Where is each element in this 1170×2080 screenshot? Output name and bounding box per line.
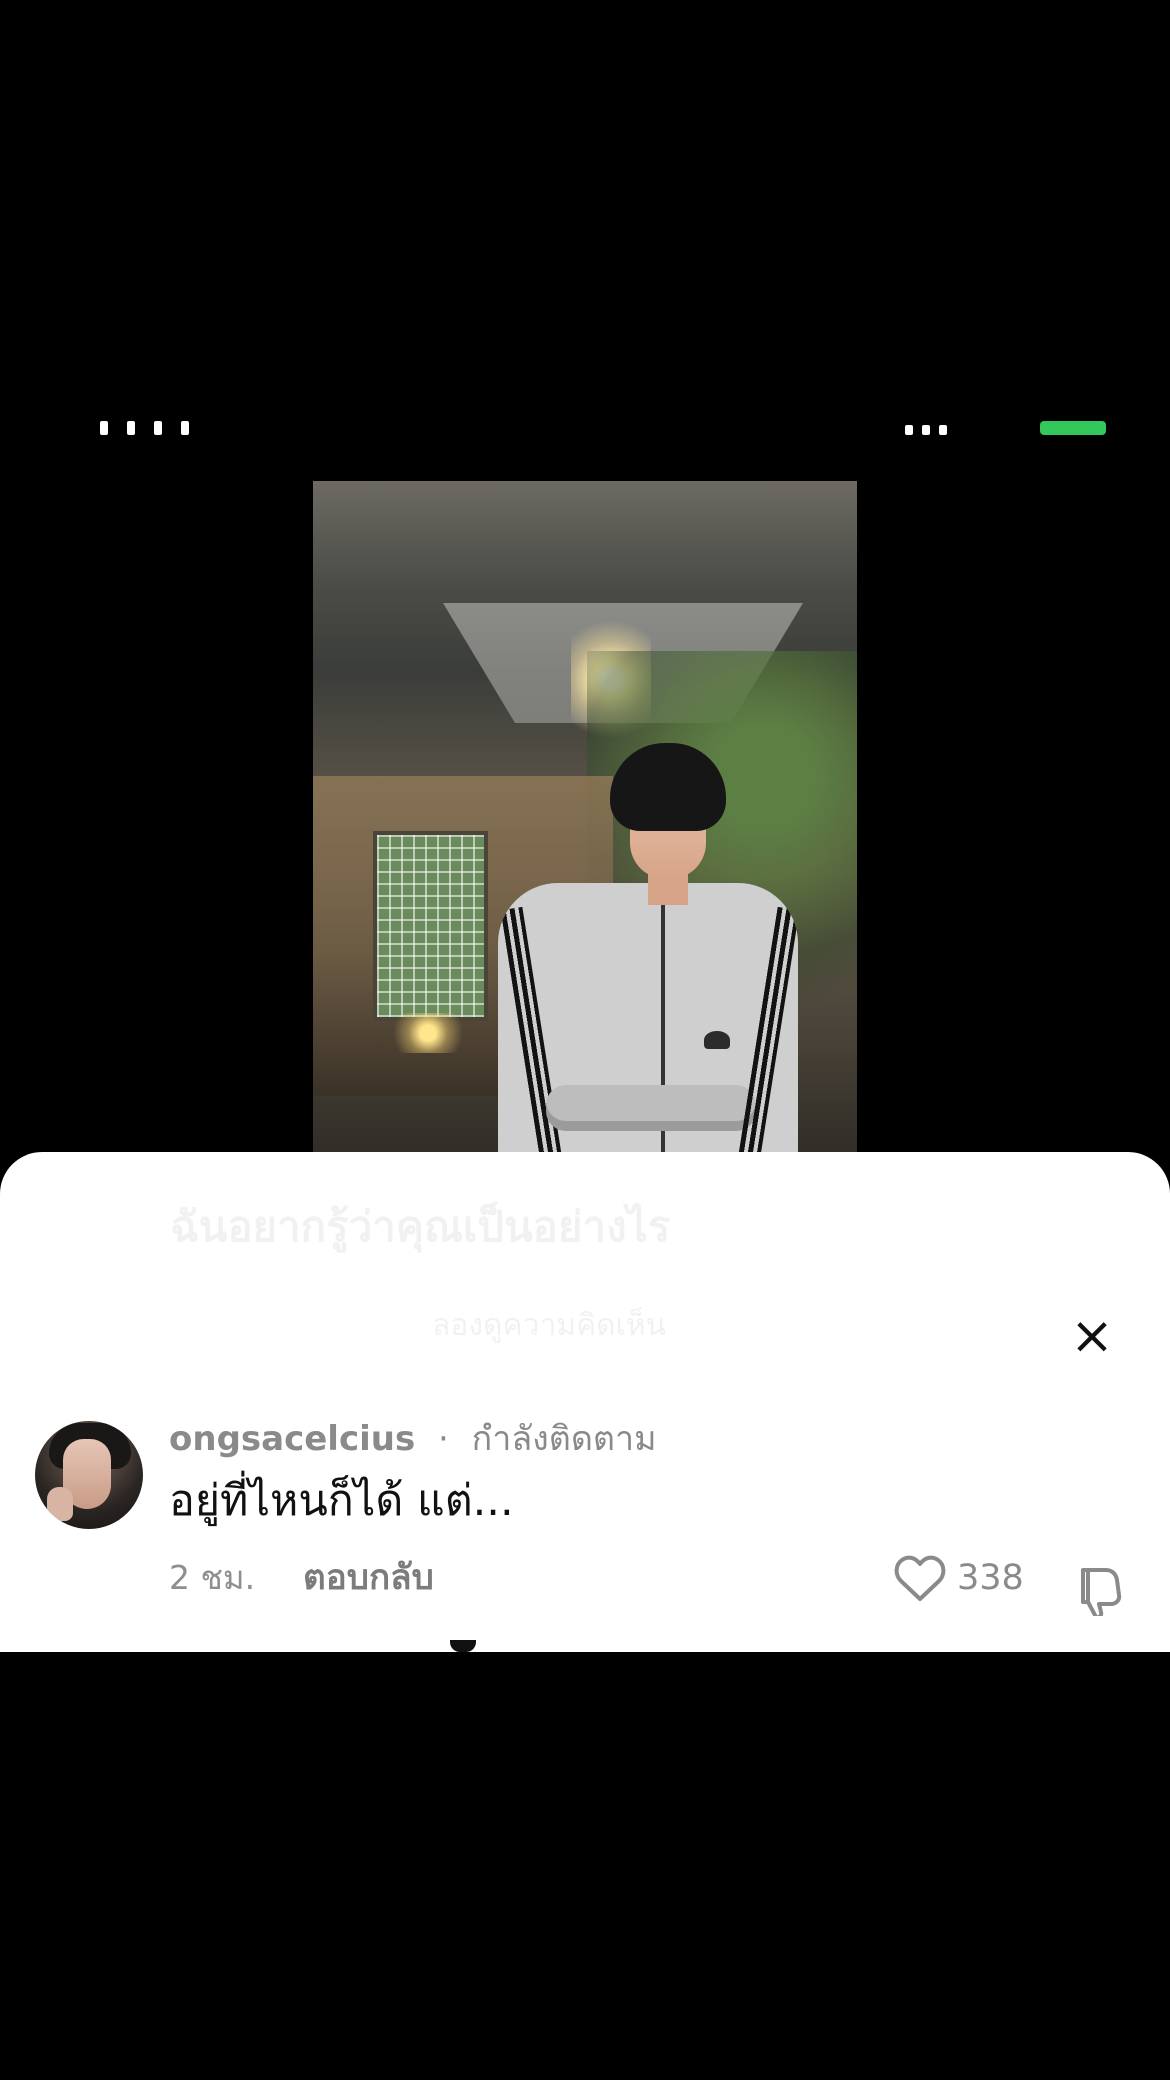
battery-icon — [1040, 415, 1108, 435]
jacket-logo — [704, 1031, 730, 1049]
lamp-glow — [383, 1013, 473, 1053]
signal-bar — [939, 425, 948, 435]
video-preview[interactable] — [313, 481, 857, 1161]
background-overlay-text: ฉันอยากรู้ว่าคุณเป็นอย่างไร — [170, 1202, 671, 1251]
hair — [610, 743, 726, 831]
status-time-mark — [127, 421, 136, 435]
close-button[interactable]: × — [1066, 1310, 1118, 1362]
person-figure — [498, 743, 798, 1161]
dislike-button[interactable] — [1071, 1562, 1125, 1620]
battery-fill — [1040, 421, 1106, 435]
background-overlay-text: ลองดูความคิดเห็น — [432, 1308, 667, 1343]
avatar-hand — [47, 1487, 73, 1521]
reply-button[interactable]: ตอบกลับ — [303, 1556, 434, 1600]
comment-meta: ongsacelcius · กำลังติดตาม — [169, 1417, 657, 1461]
grid-window — [373, 831, 488, 1021]
track-jacket — [498, 883, 798, 1161]
signal-bar — [905, 425, 913, 435]
like-count: 338 — [957, 1558, 1024, 1598]
username-link[interactable]: ongsacelcius — [169, 1419, 415, 1459]
status-time-fragment — [100, 415, 220, 435]
heart-icon — [894, 1555, 946, 1601]
signal-bar — [922, 425, 931, 435]
meta-separator: · — [438, 1419, 449, 1459]
thumb-down-icon — [1081, 1568, 1122, 1620]
comment-text: อยู่ที่ไหนก็ได้ แต่... — [169, 1476, 514, 1526]
close-icon: × — [1070, 1306, 1114, 1366]
like-button[interactable]: 338 — [893, 1555, 1058, 1605]
status-time-mark — [181, 421, 190, 435]
status-time-mark — [100, 421, 108, 435]
status-time-mark — [154, 421, 163, 435]
comment-item: ongsacelcius · กำลังติดตาม อยู่ที่ไหนก็ไ… — [35, 1417, 1135, 1601]
avatar[interactable] — [35, 1421, 143, 1529]
crossed-arms — [546, 1085, 756, 1131]
follow-status: กำลังติดตาม — [471, 1419, 657, 1459]
comment-time: 2 ชม. — [169, 1558, 256, 1597]
signal-icon — [905, 415, 965, 435]
